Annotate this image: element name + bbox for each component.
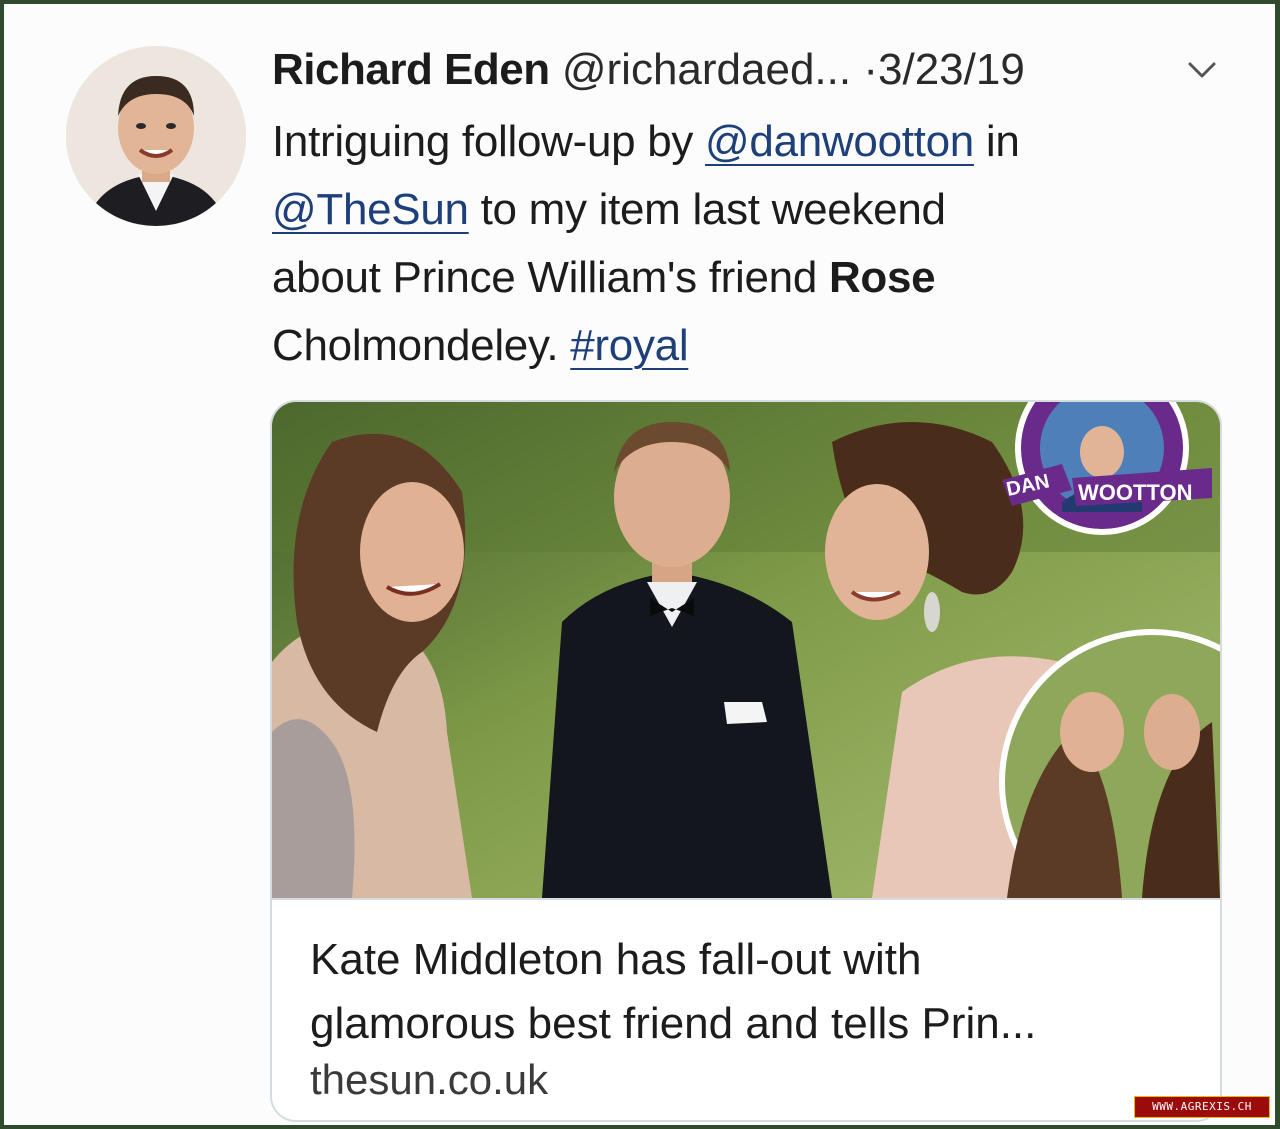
tweet-text-line-4: Cholmondeley. #royal <box>272 312 1232 380</box>
tweet-text-line-1: Intriguing follow-up by @danwootton in <box>272 108 1232 176</box>
author-name[interactable]: Richard Eden <box>272 45 550 94</box>
mention-danwootton[interactable]: @danwootton <box>705 117 974 166</box>
chevron-down-icon[interactable] <box>1184 54 1220 86</box>
card-domain: thesun.co.uk <box>310 1056 549 1103</box>
text-segment-bold: Rose <box>828 253 936 302</box>
avatar-photo <box>66 46 246 226</box>
text-segment: Cholmondeley. <box>272 321 571 370</box>
card-title[interactable]: Kate Middleton has fall-out with glamoro… <box>310 928 1200 1056</box>
card-divider <box>272 898 1220 900</box>
link-preview-card[interactable]: DAN WOOTTON Kate Middleton has fall-out … <box>270 400 1222 1122</box>
site-watermark: WWW.AGREXIS.CH <box>1134 1096 1270 1118</box>
text-segment: to my item last weekend <box>468 185 946 234</box>
tweet-text: Intriguing follow-up by @danwootton in @… <box>272 108 1232 380</box>
text-segment: in <box>973 117 1020 166</box>
text-segment: about Prince William's friend <box>272 253 829 302</box>
tweet-text-line-2: @TheSun to my item last weekend <box>272 176 1232 244</box>
author-avatar[interactable] <box>66 46 246 226</box>
tweet-text-line-3: about Prince William's friend Rose <box>272 244 1232 312</box>
card-image[interactable]: DAN WOOTTON <box>272 402 1220 898</box>
text-segment: Intriguing follow-up by <box>272 117 706 166</box>
tweet-header: Richard Eden @richardaed... ·3/23/19 <box>272 40 1232 100</box>
author-handle[interactable]: @richardaed... <box>562 45 851 94</box>
tweet-date[interactable]: 3/23/19 <box>878 45 1025 94</box>
card-title-line-2: glamorous best friend and tells Prin... <box>310 999 1037 1048</box>
card-title-line-1: Kate Middleton has fall-out with <box>310 935 922 984</box>
header-separator: · <box>863 45 878 94</box>
mention-thesun[interactable]: @TheSun <box>272 185 469 234</box>
tweet-screenshot-frame: Richard Eden @richardaed... ·3/23/19 Int… <box>0 0 1280 1129</box>
hashtag-royal[interactable]: #royal <box>570 321 688 370</box>
badge-brand-text-2: WOOTTON <box>1078 480 1192 505</box>
